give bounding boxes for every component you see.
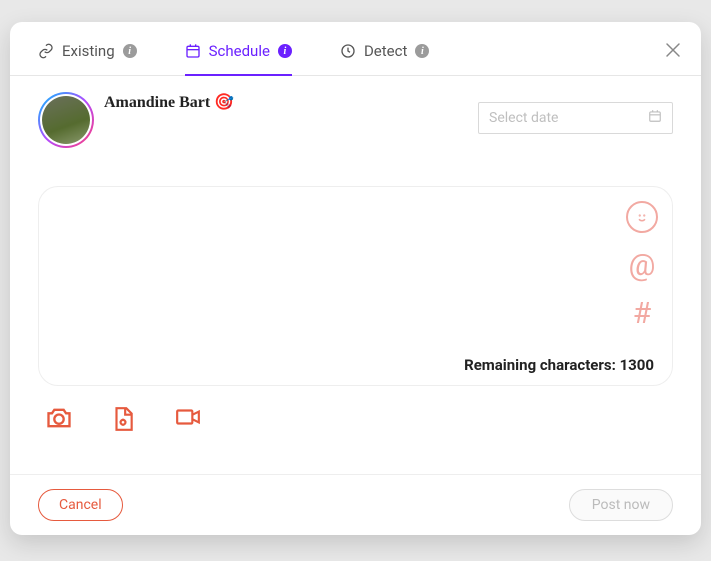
modal-footer: Cancel Post now	[10, 474, 701, 535]
tab-schedule-label: Schedule	[209, 42, 270, 60]
clock-icon	[340, 43, 356, 59]
date-picker[interactable]: Select date	[478, 102, 673, 134]
close-icon[interactable]	[665, 42, 681, 62]
header-row: Amandine Bart 🎯 Select date	[38, 92, 673, 148]
mention-icon[interactable]: @	[629, 251, 656, 281]
avatar	[38, 92, 94, 148]
cancel-button[interactable]: Cancel	[38, 489, 123, 521]
remaining-characters: Remaining characters: 1300	[464, 356, 654, 375]
tab-detect[interactable]: Detect i	[340, 42, 429, 76]
compose-modal: Existing i Schedule i Detect i Amandine …	[10, 22, 701, 535]
tab-detect-label: Detect	[364, 42, 407, 60]
emoji-icon[interactable]	[626, 201, 658, 233]
calendar-icon	[648, 109, 662, 127]
tab-schedule[interactable]: Schedule i	[185, 42, 292, 76]
document-icon[interactable]	[110, 404, 136, 438]
user-block: Amandine Bart 🎯	[38, 92, 234, 148]
composer[interactable]: @ # Remaining characters: 1300	[38, 186, 673, 386]
composer-side-actions: @ #	[626, 201, 658, 329]
info-icon: i	[415, 44, 429, 58]
tab-existing-label: Existing	[62, 42, 115, 60]
calendar-icon	[185, 43, 201, 59]
modal-content: Amandine Bart 🎯 Select date @ # Remainin…	[10, 76, 701, 474]
tab-existing[interactable]: Existing i	[38, 42, 137, 76]
post-now-button[interactable]: Post now	[569, 489, 673, 521]
attachment-row	[38, 386, 673, 438]
camera-icon[interactable]	[44, 404, 74, 438]
link-icon	[38, 43, 54, 59]
tab-bar: Existing i Schedule i Detect i	[10, 22, 701, 76]
video-icon[interactable]	[172, 404, 204, 438]
hashtag-icon[interactable]: #	[633, 299, 651, 329]
username: Amandine Bart 🎯	[104, 92, 234, 112]
info-icon: i	[278, 44, 292, 58]
info-icon: i	[123, 44, 137, 58]
date-picker-placeholder: Select date	[489, 110, 558, 126]
